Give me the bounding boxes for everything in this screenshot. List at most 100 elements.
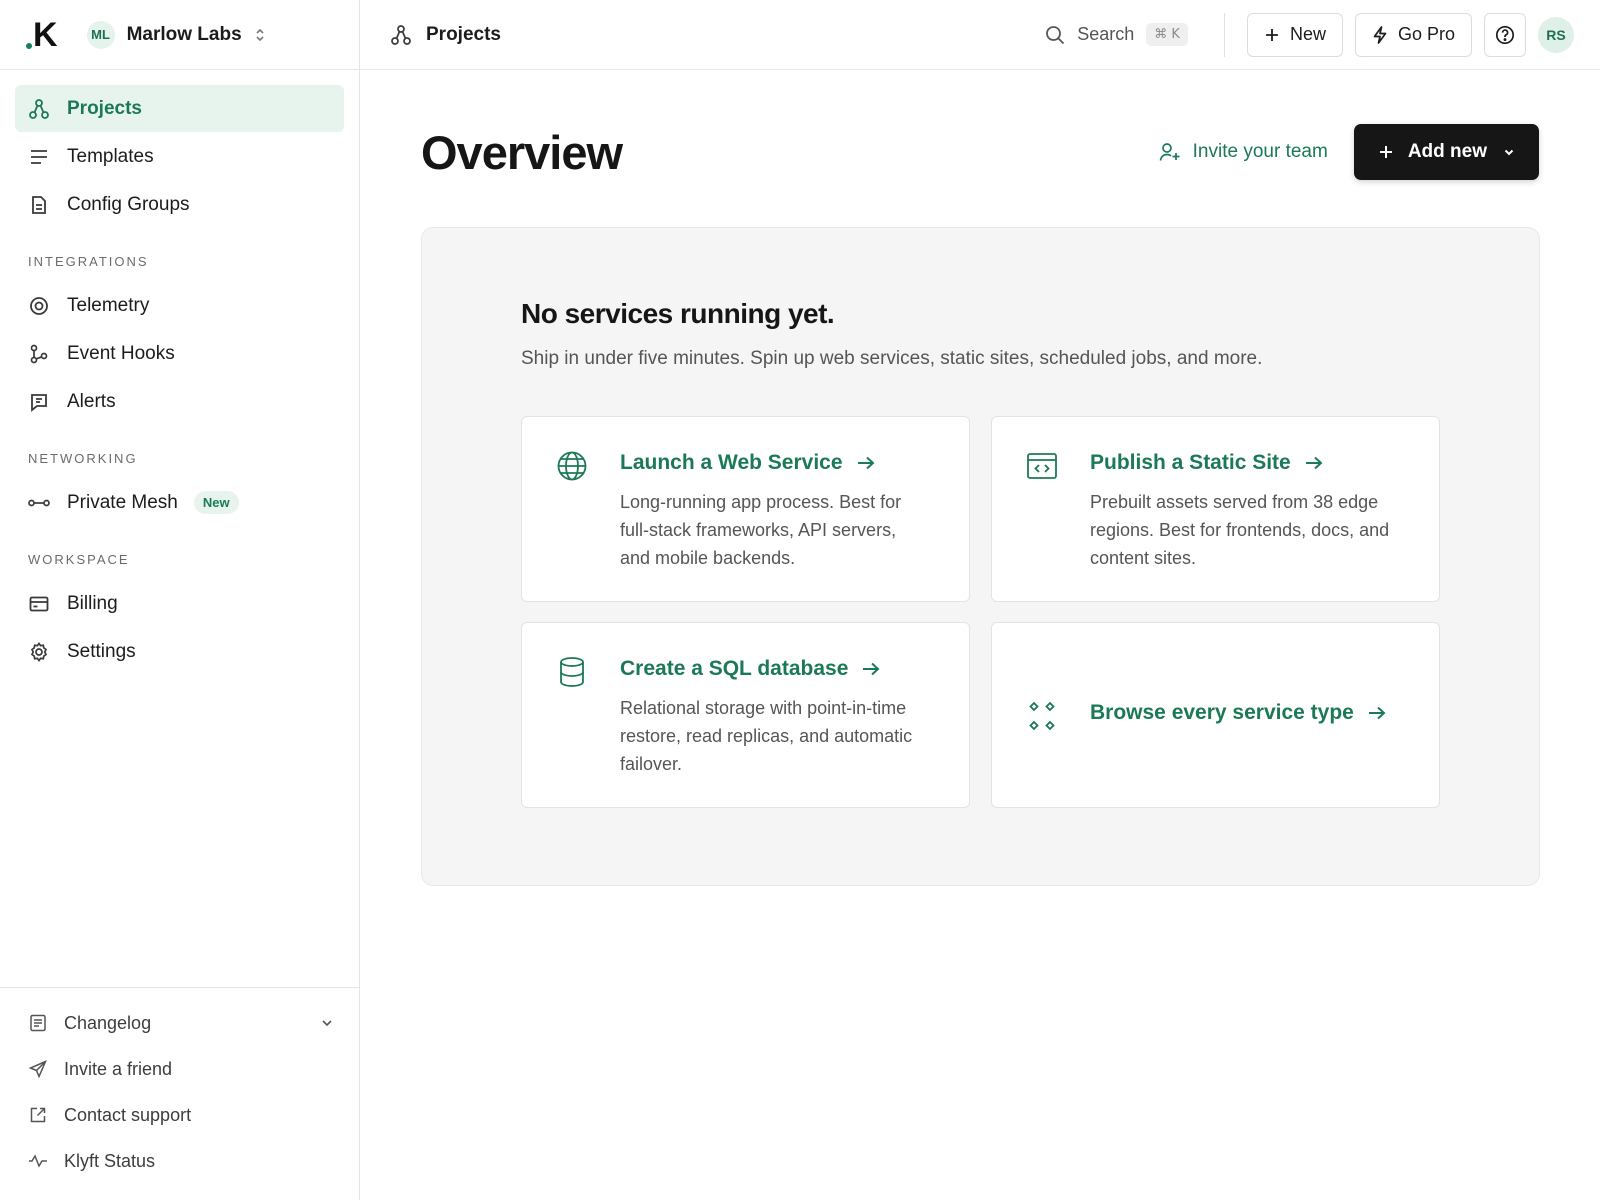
card-title: Publish a Static Site: [1090, 451, 1323, 475]
sidebar-item-private-mesh[interactable]: Private Mesh New: [15, 479, 344, 526]
arrow-right-icon: [862, 662, 880, 676]
database-icon: [556, 656, 588, 688]
breadcrumb-label: Projects: [426, 23, 501, 45]
activity-icon: [28, 1151, 48, 1171]
add-new-label: Add new: [1407, 141, 1487, 162]
status-label: Klyft Status: [64, 1150, 156, 1171]
add-new-button[interactable]: Add new: [1353, 124, 1539, 180]
search-shortcut: ⌘ K: [1146, 23, 1188, 46]
breadcrumb[interactable]: Projects: [390, 24, 501, 46]
new-button[interactable]: New: [1246, 12, 1343, 57]
sidebar-nav: Projects Templates Config Groups INTEGRA…: [0, 70, 359, 675]
sidebar-item-templates[interactable]: Templates: [15, 133, 344, 180]
topbar: Projects Search ⌘ K New Go Pro RS: [360, 0, 1600, 70]
card-title-text: Browse every service type: [1090, 701, 1354, 724]
sidebar-item-label: Settings: [67, 640, 136, 662]
invite-friend-item[interactable]: Invite a friend: [15, 1046, 344, 1092]
search-icon: [1045, 25, 1065, 45]
section-label-networking: NETWORKING: [28, 451, 138, 466]
sidebar: K ML Marlow Labs Projects Templates Conf…: [0, 0, 360, 1200]
grid-dots-icon: [1026, 700, 1058, 732]
empty-state-panel: No services running yet. Ship in under f…: [421, 227, 1540, 886]
card-static-site[interactable]: Publish a Static Site Prebuilt assets se…: [991, 416, 1440, 602]
card-title-text: Publish a Static Site: [1090, 451, 1291, 474]
plus-icon: [1264, 27, 1280, 43]
sidebar-item-label: Billing: [67, 592, 118, 614]
telemetry-icon: [28, 295, 50, 317]
external-link-icon: [28, 1105, 48, 1125]
card-sql-database[interactable]: Create a SQL database Relational storage…: [521, 622, 970, 808]
page-title: Overview: [421, 125, 623, 179]
sidebar-item-label: Event Hooks: [67, 342, 175, 364]
chevron-down-icon: [1503, 146, 1515, 158]
gear-icon: [28, 641, 50, 663]
go-pro-button[interactable]: Go Pro: [1354, 12, 1472, 57]
sidebar-item-label: Templates: [67, 145, 154, 167]
new-badge: New: [193, 491, 239, 514]
header-actions: Invite your team Add new: [1159, 124, 1539, 180]
empty-state-title: No services running yet.: [521, 298, 835, 329]
card-title: Create a SQL database: [620, 657, 880, 681]
billing-icon: [28, 593, 50, 615]
invite-team-label: Invite your team: [1192, 141, 1328, 162]
card-description: Relational storage with point-in-time re…: [620, 698, 913, 774]
sidebar-item-event-hooks[interactable]: Event Hooks: [15, 330, 344, 377]
invite-friend-label: Invite a friend: [64, 1058, 173, 1079]
changelog-item[interactable]: Changelog: [15, 1000, 344, 1046]
main-content: Overview Invite your team Add new No ser…: [360, 70, 1600, 1200]
sidebar-item-label: Projects: [67, 97, 142, 119]
alerts-icon: [28, 391, 50, 413]
code-window-icon: [1026, 450, 1058, 482]
arrow-right-icon: [1368, 706, 1386, 720]
help-icon: [1495, 25, 1515, 45]
projects-icon: [390, 24, 412, 46]
arrow-right-icon: [857, 456, 875, 470]
chevron-down-icon: [320, 1016, 334, 1030]
logo[interactable]: K: [26, 18, 58, 52]
sidebar-item-alerts[interactable]: Alerts: [15, 378, 344, 425]
config-groups-icon: [28, 194, 50, 216]
sidebar-footer: Changelog Invite a friend Contact suppor…: [0, 987, 359, 1200]
search-label: Search: [1077, 24, 1135, 44]
sidebar-item-label: Alerts: [67, 390, 116, 412]
new-button-label: New: [1289, 24, 1326, 44]
arrow-right-icon: [1305, 456, 1323, 470]
logo-dot: [26, 42, 32, 49]
status-item[interactable]: Klyft Status: [15, 1138, 344, 1184]
changelog-icon: [28, 1013, 48, 1033]
help-button[interactable]: [1484, 12, 1526, 57]
contact-support-item[interactable]: Contact support: [15, 1092, 344, 1138]
lightning-icon: [1372, 25, 1388, 44]
card-title-text: Create a SQL database: [620, 657, 849, 680]
sidebar-item-projects[interactable]: Projects: [15, 85, 344, 132]
sidebar-item-settings[interactable]: Settings: [15, 628, 344, 675]
org-name: Marlow Labs: [126, 23, 242, 45]
search-button[interactable]: Search ⌘ K: [1045, 23, 1188, 46]
card-browse-services[interactable]: Browse every service type: [991, 622, 1440, 808]
org-avatar: ML: [86, 20, 115, 49]
globe-icon: [556, 450, 588, 482]
changelog-label: Changelog: [64, 1012, 152, 1033]
org-switcher[interactable]: ML Marlow Labs: [86, 20, 266, 49]
user-avatar[interactable]: RS: [1538, 16, 1574, 53]
card-description: Prebuilt assets served from 38 edge regi…: [1090, 492, 1390, 568]
card-title: Browse every service type: [1090, 701, 1386, 725]
projects-icon: [28, 98, 50, 120]
page-header: Overview Invite your team Add new: [421, 122, 1539, 182]
sidebar-item-billing[interactable]: Billing: [15, 580, 344, 627]
card-title-text: Launch a Web Service: [620, 451, 843, 474]
card-description: Long-running app process. Best for full-…: [620, 492, 902, 568]
sidebar-item-telemetry[interactable]: Telemetry: [15, 282, 344, 329]
contact-support-label: Contact support: [64, 1104, 192, 1125]
card-web-service[interactable]: Launch a Web Service Long-running app pr…: [521, 416, 970, 602]
section-label-workspace: WORKSPACE: [28, 552, 130, 567]
sidebar-item-label: Telemetry: [67, 294, 150, 316]
invite-team-link[interactable]: Invite your team: [1159, 141, 1328, 163]
templates-icon: [28, 146, 50, 168]
send-icon: [28, 1059, 48, 1079]
plus-icon: [1378, 144, 1394, 160]
sidebar-item-config-groups[interactable]: Config Groups: [15, 181, 344, 228]
divider: [1223, 12, 1225, 57]
private-mesh-icon: [28, 492, 50, 514]
chevron-up-down-icon: [254, 27, 266, 43]
